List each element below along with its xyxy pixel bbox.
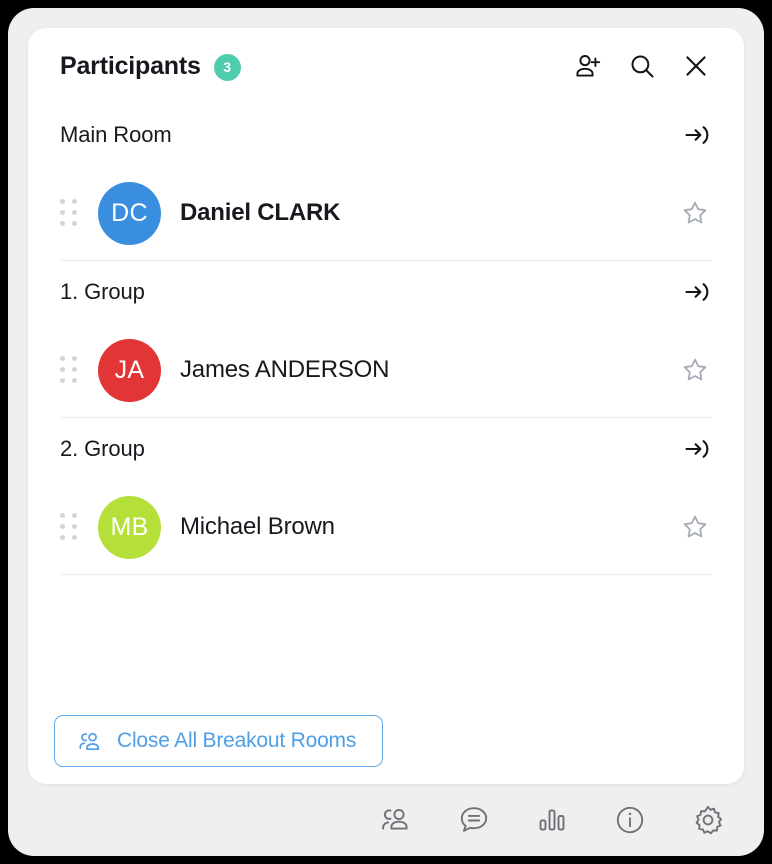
rooms-list: Main Room DC Daniel CLARK 1. Group JA Ja… xyxy=(28,104,744,784)
drag-handle-icon[interactable] xyxy=(60,355,78,385)
enter-room-icon[interactable] xyxy=(682,120,712,150)
polls-icon[interactable] xyxy=(530,798,574,842)
room-name: Main Room xyxy=(60,122,172,147)
panel-header: Participants 3 xyxy=(28,28,744,104)
favorite-star-icon[interactable] xyxy=(678,353,712,387)
close-all-breakout-rooms-label: Close All Breakout Rooms xyxy=(117,729,357,752)
chat-icon[interactable] xyxy=(452,798,496,842)
participant-name: James ANDERSON xyxy=(180,356,390,383)
drag-handle-icon[interactable] xyxy=(60,198,78,228)
page-title: Participants xyxy=(60,51,201,80)
enter-room-icon[interactable] xyxy=(682,277,712,307)
panel-footer: Close All Breakout Rooms xyxy=(28,698,744,784)
info-icon[interactable] xyxy=(608,798,652,842)
participant-row[interactable]: MB Michael Brown xyxy=(28,480,744,574)
room-name: 2. Group xyxy=(60,436,145,461)
participants-icon[interactable] xyxy=(374,798,418,842)
add-participant-icon[interactable] xyxy=(572,50,604,82)
room-header: 1. Group xyxy=(28,261,744,323)
room-header: Main Room xyxy=(28,104,744,166)
participant-row[interactable]: DC Daniel CLARK xyxy=(28,166,744,260)
divider xyxy=(60,574,712,575)
settings-gear-icon[interactable] xyxy=(686,798,730,842)
participant-name: Daniel CLARK xyxy=(180,199,341,226)
group-people-icon xyxy=(77,728,104,755)
bottom-toolbar xyxy=(28,784,744,856)
app-window: Participants 3 Main Room DC Daniel CLARK… xyxy=(8,8,764,856)
search-icon[interactable] xyxy=(626,50,658,82)
favorite-star-icon[interactable] xyxy=(678,196,712,230)
header-actions xyxy=(572,50,712,82)
participant-row[interactable]: JA James ANDERSON xyxy=(28,323,744,417)
avatar: MB xyxy=(98,495,161,559)
drag-handle-icon[interactable] xyxy=(60,512,78,542)
avatar: DC xyxy=(98,181,161,245)
close-icon[interactable] xyxy=(680,50,712,82)
participant-name: Michael Brown xyxy=(180,513,335,540)
avatar: JA xyxy=(98,338,161,402)
participant-count-badge: 3 xyxy=(213,53,241,81)
close-all-breakout-rooms-button[interactable]: Close All Breakout Rooms xyxy=(54,715,384,767)
room-name: 1. Group xyxy=(60,279,145,304)
favorite-star-icon[interactable] xyxy=(678,510,712,544)
room-header: 2. Group xyxy=(28,418,744,480)
enter-room-icon[interactable] xyxy=(682,434,712,464)
participants-panel: Participants 3 Main Room DC Daniel CLARK… xyxy=(28,28,744,784)
